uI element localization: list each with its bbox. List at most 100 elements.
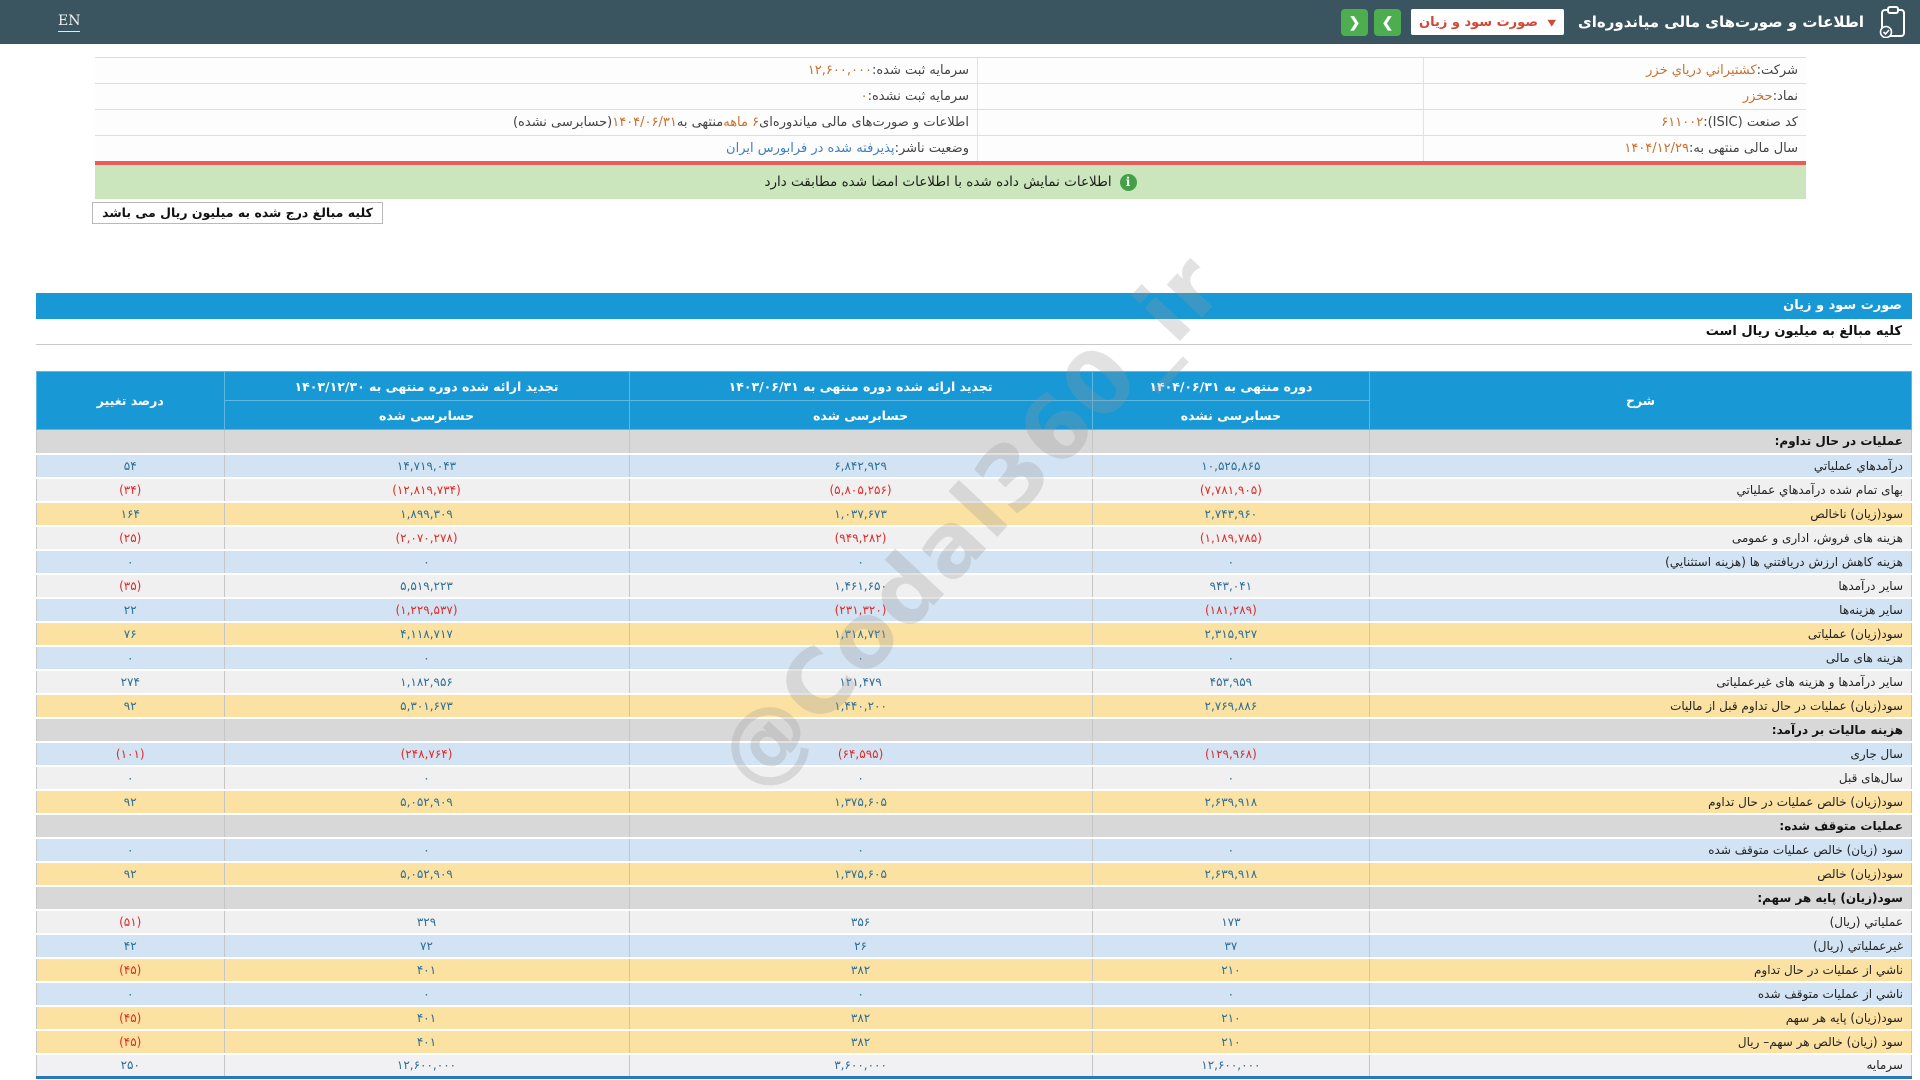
info-value: ۱۲,۶۰۰,۰۰۰ [807, 63, 872, 78]
cell-value: ۲۶ [628, 933, 1093, 959]
info-cell: سال مالی منتهی به: ۱۴۰۴/۱۲/۲۹ [1423, 136, 1806, 161]
info-label: نماد: [1772, 89, 1798, 104]
info-cell: وضعیت ناشر: پذیرفته شده در فرابورس ایران [95, 136, 977, 161]
row-label: هزینه های مالی [1369, 645, 1912, 671]
language-switch-link[interactable]: EN [58, 13, 81, 32]
cell-value: ۱۴,۷۱۹,۰۴۳ [223, 453, 630, 479]
info-value: پذیرفته شده در فرابورس ایران [726, 141, 895, 156]
cell-value: (۱۲,۸۱۹,۷۳۴) [223, 477, 630, 503]
table-row: سود(زیان) خالص عملیات در حال تداوم ۲,۶۳۹,… [36, 789, 1912, 815]
cell-value: ۲۷۴ [36, 669, 225, 695]
cell-value: ۹۴۳,۰۴۱ [1091, 573, 1371, 599]
info-cell: شرکت: کشتیراني درياي خزر [1423, 58, 1806, 83]
cell-value [223, 813, 630, 839]
row-label: ناشي از عملیات در حال تداوم [1369, 957, 1912, 983]
cell-value: ۱,۱۸۲,۹۵۶ [223, 669, 630, 695]
info-cell [977, 58, 1423, 83]
statement-subtitle: کلیه مبالغ به میلیون ریال است [36, 319, 1912, 345]
statement-dropdown[interactable]: ▼ صورت سود و زیان [1411, 9, 1565, 35]
cell-value: ۲,۶۳۹,۹۱۸ [1091, 789, 1371, 815]
table-row: سود (زیان) خالص عملیات متوقف شده ۰ ۰ ۰ ۰ [36, 837, 1912, 863]
table-row: سود(زیان) عملیات در حال تداوم قبل از مال… [36, 693, 1912, 719]
signed-info-banner: i اطلاعات نمایش داده شده با اطلاعات امضا… [95, 165, 1806, 199]
cell-value: ۰ [1091, 837, 1371, 863]
cell-value: ۱۲۱,۴۷۹ [628, 669, 1093, 695]
info-label: کد صنعت (ISIC): [1703, 115, 1798, 130]
cell-value [628, 429, 1093, 455]
cell-value: ۰ [628, 549, 1093, 575]
row-label: سود(زیان) پایه هر سهم: [1369, 885, 1912, 911]
cell-value: (۲۴۸,۷۶۴) [223, 741, 630, 767]
row-label: بهای تمام شده درآمدهاي عملیاتي [1369, 477, 1912, 503]
cell-value: ۹۲ [36, 789, 225, 815]
row-label: سود(زیان) عملیاتی [1369, 621, 1912, 647]
cell-value: ۰ [36, 549, 225, 575]
row-label: سود(زیان) پایه هر سهم [1369, 1005, 1912, 1031]
table-row: سود(زیان) عملیاتی ۲,۳۱۵,۹۲۷ ۱,۳۱۸,۷۲۱ ۴,۱۱۸… [36, 621, 1912, 647]
table-row: سرمایه ۱۲,۶۰۰,۰۰۰ ۳,۶۰۰,۰۰۰ ۱۲,۶۰۰,۰۰۰ ۲۵۰ [36, 1053, 1912, 1079]
info-cell: سرمایه ثبت نشده: ۰ [95, 84, 977, 109]
cell-value: ۰ [1091, 981, 1371, 1007]
cell-value [223, 717, 630, 743]
cell-value: ۰ [1091, 549, 1371, 575]
cell-value: ۲,۷۶۹,۸۸۶ [1091, 693, 1371, 719]
info-value: ۱۴۰۴/۰۶/۳۱ [612, 115, 677, 130]
info-row: سال مالی منتهی به: ۱۴۰۴/۱۲/۲۹ وضعیت ناشر:… [95, 136, 1806, 162]
cell-value [36, 885, 225, 911]
cell-value: ۰ [628, 765, 1093, 791]
table-row: سایر درآمدها و هزینه های غیرعملیاتی ۴۵۳,۹… [36, 669, 1912, 695]
cell-value [36, 717, 225, 743]
header-audit-restated-mid: حسابرسی شده [628, 400, 1093, 430]
income-statement-table: شرح دوره منتهی به ۱۴۰۴/۰۶/۳۱ تجدید ارائه… [36, 371, 1912, 1079]
info-cell: سرمایه ثبت شده: ۱۲,۶۰۰,۰۰۰ [95, 58, 977, 83]
cell-value: ۶,۸۴۲,۹۲۹ [628, 453, 1093, 479]
info-value: ۶ ماهه [723, 115, 760, 130]
info-label: منتهی به [676, 115, 724, 130]
cell-value [36, 429, 225, 455]
cell-value [1091, 429, 1371, 455]
cell-value: (۲,۰۷۰,۲۷۸) [223, 525, 630, 551]
row-label: درآمدهاي عملیاتي [1369, 453, 1912, 479]
cell-value: ۲۵۰ [36, 1053, 225, 1079]
table-row: سایر درآمدها ۹۴۳,۰۴۱ ۱,۴۶۱,۶۵۰ ۵,۵۱۹,۲۲۳ (۳۵… [36, 573, 1912, 599]
table-row: هزینه کاهش ارزش دریافتني ها (هزینه استثن… [36, 549, 1912, 575]
page-title: اطلاعات و صورت‌های مالی میاندوره‌ای [1578, 13, 1864, 31]
cell-value [628, 813, 1093, 839]
cell-value: ۲۱۰ [1091, 1029, 1371, 1055]
info-cell: اطلاعات و صورت‌های مالی میاندوره‌ای ۶ ما… [95, 110, 977, 135]
cell-value: ۱,۳۷۵,۶۰۵ [628, 861, 1093, 887]
table-row: سال جاری (۱۲۹,۹۶۸) (۶۴,۵۹۵) (۲۴۸,۷۶۴) (۱۰۱) [36, 741, 1912, 767]
prev-statement-button[interactable]: ❮ [1341, 8, 1369, 36]
info-cell [977, 136, 1423, 161]
cell-value: ۳۷ [1091, 933, 1371, 959]
cell-value: (۲۵) [36, 525, 225, 551]
cell-value: ۳۸۲ [628, 957, 1093, 983]
cell-value: ۰ [36, 645, 225, 671]
header-audit-restated-year: حسابرسی شده [223, 400, 630, 430]
table-row: ناشي از عملیات در حال تداوم ۲۱۰ ۳۸۲ ۴۰۱ (۴۵) [36, 957, 1912, 983]
row-label: سال‌های قبل [1369, 765, 1912, 791]
row-label: ناشي از عملیات متوقف شده [1369, 981, 1912, 1007]
cell-value: ۱,۰۳۷,۶۷۳ [628, 501, 1093, 527]
chevron-down-icon: ▼ [1547, 16, 1557, 28]
header-audit-current: حسابرسی نشده [1091, 400, 1371, 430]
dropdown-selected-value: صورت سود و زیان [1419, 14, 1538, 30]
cell-value: ۰ [223, 549, 630, 575]
cell-value: ۴۵۳,۹۵۹ [1091, 669, 1371, 695]
cell-value: ۳۵۶ [628, 909, 1093, 935]
info-icon: i [1119, 173, 1137, 191]
info-row: شرکت: کشتیراني درياي خزر سرمایه ثبت شده: … [95, 58, 1806, 84]
next-statement-button[interactable]: ❯ [1374, 8, 1402, 36]
row-label: سال جاری [1369, 741, 1912, 767]
info-value: ۰ [860, 89, 868, 104]
clipboard-report-icon [1879, 6, 1905, 38]
navbar-right-group: اطلاعات و صورت‌های مالی میاندوره‌ای ▼ صو… [1335, 6, 1908, 38]
cell-value: ۴,۱۱۸,۷۱۷ [223, 621, 630, 647]
row-label: هزینه کاهش ارزش دریافتني ها (هزینه استثن… [1369, 549, 1912, 575]
banner-text: اطلاعات نمایش داده شده با اطلاعات امضا ش… [764, 174, 1112, 190]
cell-value: (۲۳۱,۳۲۰) [628, 597, 1093, 623]
section-row: عملیات متوقف شده: [36, 813, 1912, 839]
table-row: سود(زیان) خالص ۲,۶۳۹,۹۱۸ ۱,۳۷۵,۶۰۵ ۵,۰۵۲,۹۰… [36, 861, 1912, 887]
cell-value [628, 717, 1093, 743]
info-label: وضعیت ناشر: [894, 141, 969, 156]
